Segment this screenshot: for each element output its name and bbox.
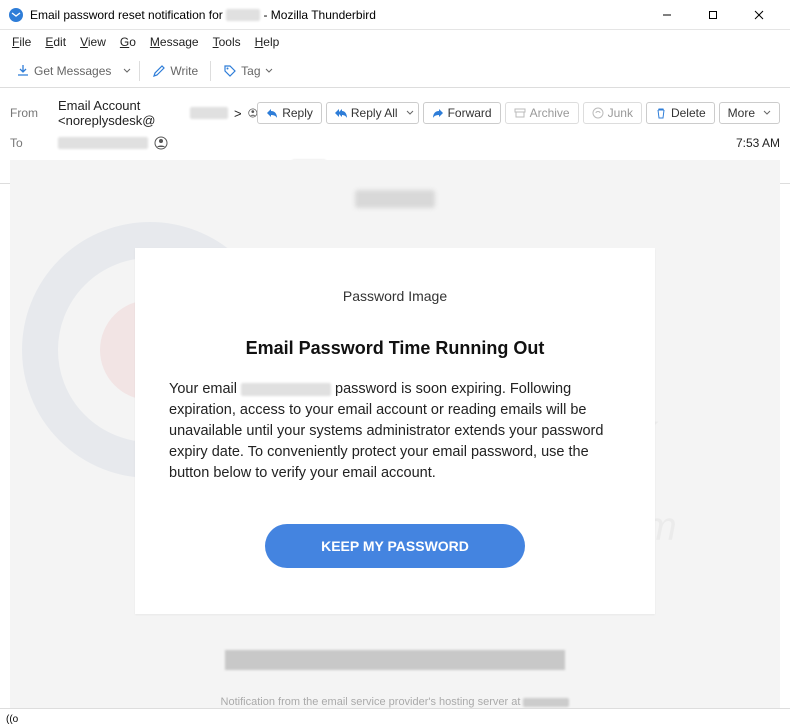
message-time: 7:53 AM [736,136,780,150]
chevron-down-icon [763,109,771,117]
online-status-icon[interactable]: ((o)) [6,712,18,724]
chevron-down-icon [406,109,414,117]
get-messages-dropdown[interactable] [119,63,135,79]
archive-icon [514,107,526,119]
redacted-text [355,190,435,208]
email-body: Your email password is soon expiring. Fo… [169,379,621,484]
window-controls [644,0,782,30]
minimize-button[interactable] [644,0,690,30]
redacted-text [190,107,228,119]
keep-my-password-button[interactable]: KEEP MY PASSWORD [265,524,525,568]
reply-button[interactable]: Reply [257,102,322,124]
junk-button[interactable]: Junk [583,102,642,124]
svg-text:((o)): ((o)) [6,714,18,724]
titlebar: Email password reset notification for - … [0,0,790,30]
write-button[interactable]: Write [144,60,206,82]
contact-icon[interactable] [248,106,258,120]
forward-icon [432,107,444,119]
email-title: Email Password Time Running Out [169,338,621,359]
message-actions: Reply Reply All Forward Archive Junk Del… [257,102,780,124]
reply-all-label: Reply All [351,106,398,120]
from-text: Email Account <noreplysdesk@ [58,98,184,128]
junk-label: Junk [608,106,633,120]
junk-icon [592,107,604,119]
from-value: Email Account <noreplysdesk@ > [58,98,257,128]
from-row: From Email Account <noreplysdesk@ > Reply… [10,94,780,132]
window-title: Email password reset notification for - … [30,8,644,22]
menu-view[interactable]: View [74,33,112,51]
archive-label: Archive [530,106,570,120]
reply-all-icon [335,107,347,119]
thunderbird-app-icon [8,7,24,23]
more-label: More [728,106,755,120]
delete-label: Delete [671,106,706,120]
email-content: Password Image Email Password Time Runni… [10,160,780,708]
tag-button[interactable]: Tag [215,60,280,82]
redacted-text [226,9,260,21]
menu-file[interactable]: FFileile [6,33,37,51]
redacted-text [523,698,569,707]
chevron-down-icon [123,67,131,75]
more-button[interactable]: More [719,102,780,124]
contact-icon[interactable] [154,136,168,150]
chevron-down-icon [265,67,273,75]
menu-edit[interactable]: Edit [39,33,72,51]
maximize-button[interactable] [690,0,736,30]
write-label: Write [170,64,198,78]
reply-icon [266,107,278,119]
redacted-bar [225,650,565,670]
close-button[interactable] [736,0,782,30]
separator [210,61,211,81]
toolbar: Get Messages Write Tag [0,54,790,88]
menu-help[interactable]: Help [249,33,286,51]
footnote-line-1: Notification from the email service prov… [221,696,524,708]
from-label: From [10,106,58,120]
tag-icon [223,64,237,78]
redacted-text [58,137,148,149]
from-tail: > [234,106,242,121]
reply-all-button[interactable]: Reply All [326,102,419,124]
reply-label: Reply [282,106,313,120]
tag-label: Tag [241,64,260,78]
email-footnote: Notification from the email service prov… [10,694,780,708]
window-app-name: - Mozilla Thunderbird [263,8,376,22]
forward-label: Forward [448,106,492,120]
email-card: Password Image Email Password Time Runni… [135,248,655,614]
window-title-text: Email password reset notification for [30,8,223,22]
get-messages-label: Get Messages [34,64,111,78]
redacted-text [241,383,331,396]
forward-button[interactable]: Forward [423,102,501,124]
archive-button[interactable]: Archive [505,102,579,124]
pencil-icon [152,64,166,78]
delete-button[interactable]: Delete [646,102,715,124]
to-label: To [10,136,58,150]
menubar: FFileile Edit View Go Message Tools Help [0,30,790,54]
menu-message[interactable]: Message [144,33,205,51]
separator [139,61,140,81]
download-icon [16,64,30,78]
statusbar: ((o)) [0,708,790,726]
menu-go[interactable]: Go [114,33,142,51]
email-body-pre: Your email [169,381,241,397]
menu-tools[interactable]: Tools [207,33,247,51]
to-value [58,136,736,150]
get-messages-button[interactable]: Get Messages [8,60,119,82]
password-image-placeholder: Password Image [169,288,621,304]
message-body-pane: pcrisk .com Password Image Email Passwor… [10,160,780,708]
trash-icon [655,107,667,119]
to-row: To 7:53 AM [10,132,780,154]
